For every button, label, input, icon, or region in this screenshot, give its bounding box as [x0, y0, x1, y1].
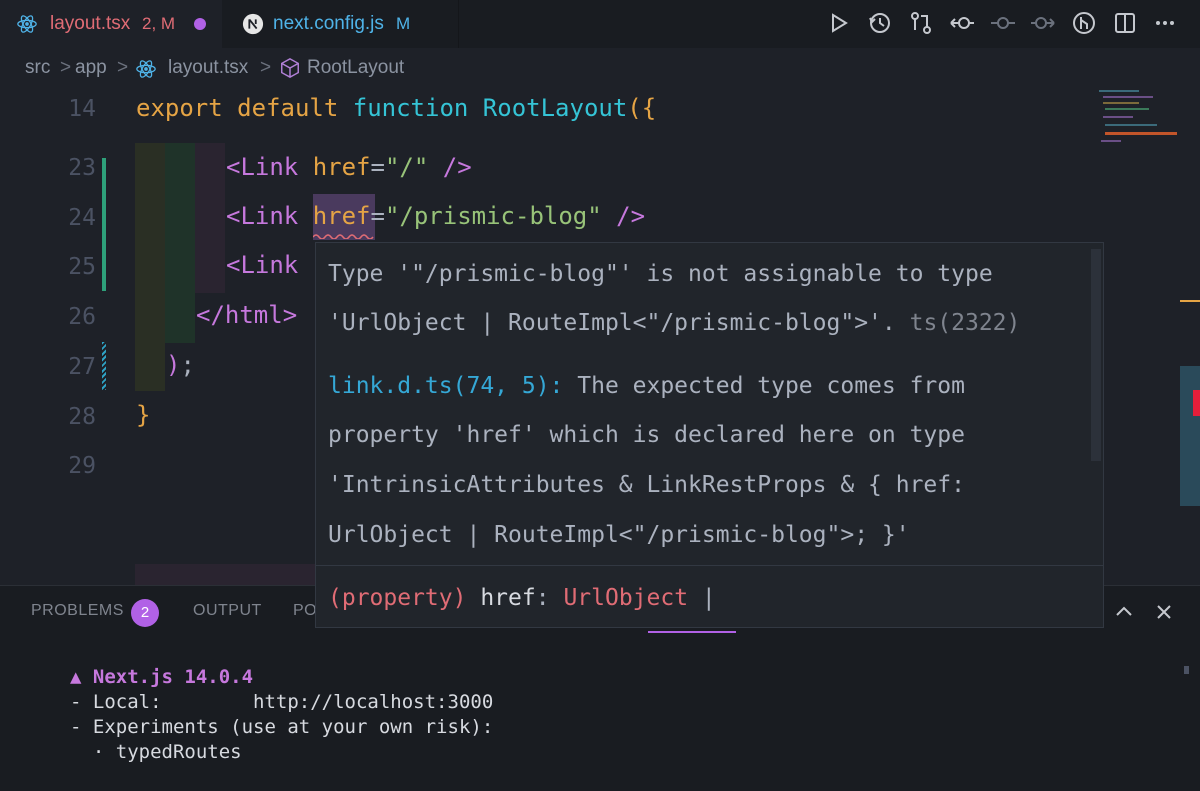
- commit-icon[interactable]: [990, 10, 1016, 36]
- type-signature: (property) href: UrlObject |: [328, 585, 716, 611]
- symbol-method-icon: [281, 57, 299, 79]
- code-token: ({: [627, 94, 657, 122]
- editor-tab-bar: layout.tsx 2, M next.config.js M: [0, 0, 1200, 48]
- breadcrumb: src > app > layout.tsx > RootLayout: [0, 48, 1200, 88]
- code-token: function: [352, 94, 483, 122]
- indent-highlight: [135, 564, 315, 585]
- react-icon: [136, 60, 156, 78]
- code-line: </html>: [196, 301, 297, 329]
- split-editor-icon[interactable]: [1112, 10, 1138, 36]
- git-added-marker[interactable]: [102, 158, 106, 291]
- code-token: }: [136, 401, 151, 429]
- breadcrumb-item-file[interactable]: layout.tsx: [168, 57, 248, 79]
- warning-triangle-icon: ▲: [70, 666, 93, 688]
- error-code: ts(2322): [909, 310, 1021, 336]
- tab-status: 2, M: [142, 14, 176, 33]
- source-link[interactable]: link.d.ts(74, 5):: [328, 373, 563, 399]
- unsaved-dot-icon[interactable]: [194, 18, 206, 30]
- tab-ports[interactable]: PO: [293, 602, 317, 620]
- nextjs-icon: [242, 13, 264, 35]
- code-token: <Link: [226, 153, 313, 181]
- related-info-line: link.d.ts(74, 5): The expected type come…: [328, 373, 965, 399]
- terminal-line: · typedRoutes: [70, 741, 242, 763]
- line-number: 28: [68, 404, 96, 430]
- line-number: 29: [68, 453, 96, 479]
- code-token: href: [312, 202, 371, 230]
- code-token: <Link: [226, 202, 313, 230]
- tab-problems[interactable]: PROBLEMS: [31, 602, 124, 620]
- problems-count-badge: 2: [131, 599, 159, 627]
- code-token: "/prismic-blog": [384, 202, 602, 230]
- tab-next-config[interactable]: next.config.js M: [222, 0, 459, 48]
- line-number: 14: [68, 96, 96, 122]
- breadcrumb-separator: >: [60, 57, 72, 78]
- code-token: <Link: [226, 251, 299, 279]
- more-actions-icon[interactable]: [1152, 10, 1178, 36]
- indent-highlight: [135, 143, 165, 391]
- line-number: 27: [68, 354, 96, 380]
- panel-scrollbar[interactable]: [1184, 666, 1189, 674]
- code-line: <Link: [226, 251, 298, 279]
- line-number: 25: [68, 254, 96, 280]
- overview-ruler[interactable]: [1180, 88, 1200, 585]
- code-line: <Link href="/" />: [226, 153, 472, 181]
- breadcrumb-item-app[interactable]: app: [75, 57, 107, 79]
- line-number: 23: [68, 155, 96, 181]
- go-back-icon[interactable]: [949, 10, 975, 36]
- terminal-line: - Experiments (use at your own risk):: [70, 716, 494, 738]
- code-token: RootLayout: [482, 94, 628, 122]
- related-info-line: UrlObject | RouteImpl<"/prismic-blog">; …: [328, 522, 910, 548]
- related-info-line: 'IntrinsicAttributes & LinkRestProps & {…: [328, 472, 965, 498]
- code-line: export default function RootLayout({: [136, 94, 656, 122]
- code-line: );: [166, 351, 195, 379]
- close-panel-icon[interactable]: [1153, 601, 1175, 623]
- go-forward-icon[interactable]: [1030, 10, 1056, 36]
- code-line: }: [136, 401, 150, 429]
- hover-tooltip[interactable]: Type '"/prismic-blog"' is not assignable…: [315, 242, 1104, 628]
- active-tab-indicator: [648, 631, 736, 633]
- code-token: ): [166, 351, 181, 379]
- code-token: ;: [180, 351, 195, 379]
- tab-output[interactable]: OUTPUT: [193, 602, 262, 620]
- code-token: </html>: [196, 301, 298, 329]
- code-token: href: [312, 153, 371, 181]
- terminal-line: ▲ Next.js 14.0.4: [70, 666, 254, 688]
- minimap[interactable]: [1097, 88, 1179, 148]
- code-line: <Link href="/prismic-blog" />: [226, 202, 645, 230]
- hover-divider: [316, 565, 1103, 566]
- code-token: "/": [384, 153, 429, 181]
- indent-highlight: [165, 143, 195, 343]
- history-icon[interactable]: [867, 10, 893, 36]
- hover-scrollbar[interactable]: [1091, 249, 1101, 461]
- code-token: export default: [136, 94, 353, 122]
- error-message-line: 'UrlObject | RouteImpl<"/prismic-blog">'…: [328, 310, 1021, 336]
- error-squiggle: [313, 234, 374, 239]
- tab-status: M: [396, 14, 411, 33]
- error-message-line: Type '"/prismic-blog"' is not assignable…: [328, 261, 993, 287]
- maximize-panel-icon[interactable]: [1113, 601, 1135, 623]
- related-info-line: property 'href' which is declared here o…: [328, 422, 965, 448]
- react-icon: [17, 15, 37, 33]
- breadcrumb-separator: >: [260, 57, 272, 78]
- line-number: 24: [68, 205, 96, 231]
- code-token: />: [428, 153, 472, 181]
- code-token: =: [370, 202, 385, 230]
- tab-layout-tsx[interactable]: layout.tsx 2, M: [0, 0, 222, 48]
- code-token: />: [601, 202, 646, 230]
- indent-highlight: [195, 143, 225, 293]
- gitlens-icon[interactable]: [1071, 10, 1097, 36]
- git-modified-marker[interactable]: [102, 342, 106, 390]
- run-icon[interactable]: [826, 10, 852, 36]
- tab-label: next.config.js: [273, 13, 384, 34]
- breadcrumb-item-src[interactable]: src: [25, 57, 50, 79]
- breadcrumb-separator: >: [117, 57, 129, 78]
- terminal-line: - Local: http://localhost:3000: [70, 691, 494, 713]
- tab-label: layout.tsx: [50, 13, 131, 34]
- code-token: =: [370, 153, 385, 181]
- line-number: 26: [68, 304, 96, 330]
- breadcrumb-item-symbol[interactable]: RootLayout: [307, 57, 404, 79]
- compare-changes-icon[interactable]: [908, 10, 934, 36]
